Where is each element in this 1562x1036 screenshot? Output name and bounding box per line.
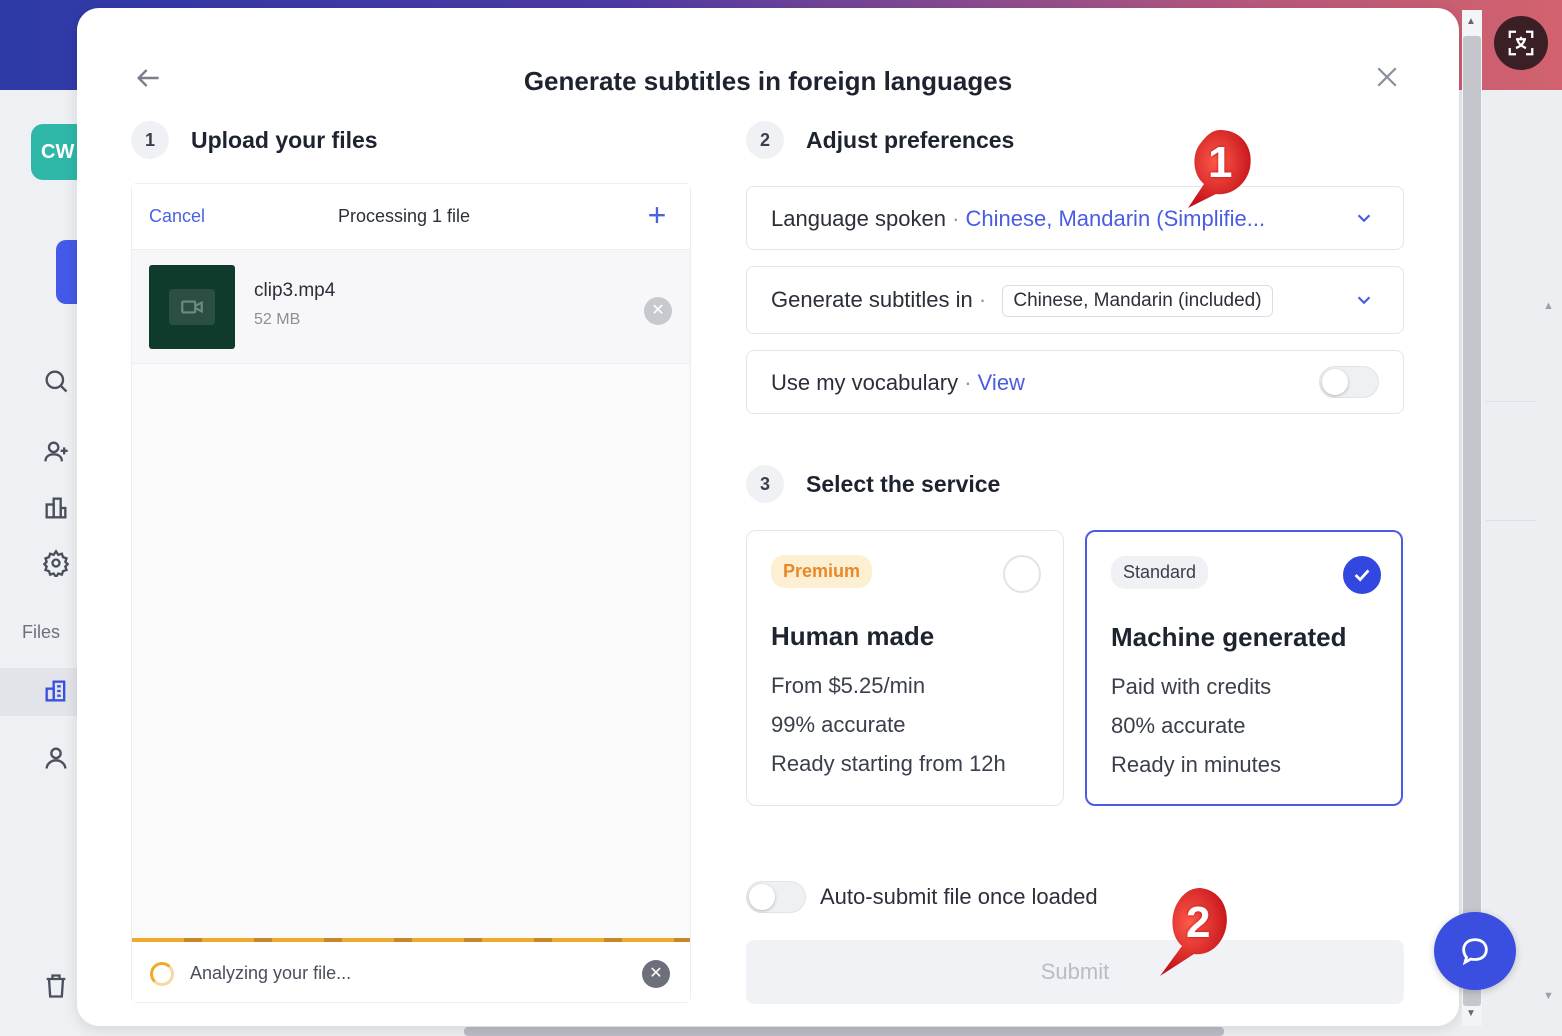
auto-submit-label: Auto-submit file once loaded [820, 884, 1098, 910]
annotation-number: 2 [1186, 898, 1210, 948]
chevron-down-icon[interactable] [1353, 289, 1375, 311]
analyzing-text: Analyzing your file... [190, 963, 351, 984]
cancel-analysis-icon[interactable]: ✕ [642, 960, 670, 988]
sidebar-files-label: Files [22, 622, 60, 643]
step-number: 1 [131, 121, 169, 159]
step-service-header: 3 Select the service [746, 465, 1000, 503]
file-size: 52 MB [254, 311, 300, 329]
service-price: From $5.25/min [771, 673, 925, 699]
app-right-panel [1486, 90, 1562, 1036]
add-file-button[interactable]: + [642, 198, 672, 234]
loading-spinner-icon [150, 962, 174, 986]
chat-support-button[interactable] [1434, 912, 1516, 990]
search-icon[interactable] [42, 367, 70, 395]
service-turnaround: Ready in minutes [1111, 752, 1281, 778]
pref-label: Generate subtitles in [771, 287, 973, 312]
close-icon[interactable] [1372, 62, 1402, 92]
service-turnaround: Ready starting from 12h [771, 751, 1006, 777]
generate-subtitles-select[interactable]: Generate subtitles in · Chinese, Mandari… [746, 266, 1404, 334]
vocabulary-toggle[interactable] [1319, 366, 1379, 398]
upload-panel: Cancel Processing 1 file + clip3.mp4 52 … [131, 183, 691, 1003]
pref-separator: · [979, 287, 986, 312]
target-language-chip[interactable]: Chinese, Mandarin (included) [1002, 285, 1272, 317]
annotation-callout-1: 1 [1180, 124, 1260, 214]
page-scroll-down-icon[interactable]: ▼ [1543, 990, 1554, 1002]
step-preferences-header: 2 Adjust preferences [746, 121, 1014, 159]
pref-separator: · [964, 370, 971, 395]
file-name: clip3.mp4 [254, 280, 335, 302]
step-label: Select the service [806, 471, 1000, 498]
pref-separator: · [952, 206, 959, 231]
modal-title: Generate subtitles in foreign languages [0, 66, 1536, 97]
annotation-number: 1 [1208, 138, 1232, 188]
service-radio-machine[interactable] [1343, 556, 1381, 594]
user-icon[interactable] [42, 744, 70, 772]
service-accuracy: 80% accurate [1111, 713, 1246, 739]
standard-badge: Standard [1111, 556, 1208, 589]
step-number: 2 [746, 121, 784, 159]
trash-icon[interactable] [42, 972, 70, 1000]
step-label: Adjust preferences [806, 127, 1014, 154]
settings-icon[interactable] [42, 549, 70, 577]
pref-label: Use my vocabulary [771, 370, 958, 395]
video-camera-icon [169, 289, 215, 325]
premium-badge: Premium [771, 555, 872, 588]
submit-button[interactable]: Submit [746, 940, 1404, 1004]
modal-scrollbar[interactable]: ▲ ▼ [1462, 10, 1482, 1026]
file-list-item: clip3.mp4 52 MB [132, 250, 690, 364]
pref-label: Language spoken [771, 206, 946, 231]
horizontal-scrollbar[interactable] [464, 1027, 1224, 1036]
building-icon[interactable] [42, 494, 70, 522]
service-card-human[interactable]: Premium Human made From $5.25/min 99% ac… [746, 530, 1064, 806]
video-thumbnail [149, 265, 235, 349]
service-title: Human made [771, 621, 934, 652]
processing-status: Processing 1 file [338, 206, 470, 227]
service-price: Paid with credits [1111, 674, 1271, 700]
add-user-icon[interactable] [42, 438, 70, 466]
vocabulary-row: Use my vocabulary · View [746, 350, 1404, 414]
screen-translate-button[interactable] [1494, 16, 1548, 70]
upload-header: Cancel Processing 1 file + [132, 184, 690, 250]
chevron-down-icon[interactable] [1353, 207, 1375, 229]
analyzing-status-row: Analyzing your file... ✕ [132, 942, 690, 1002]
service-radio-human[interactable] [1003, 555, 1041, 593]
files-icon[interactable] [42, 677, 70, 705]
step-label: Upload your files [191, 127, 378, 154]
annotation-callout-2: 2 [1156, 884, 1236, 978]
cancel-upload-link[interactable]: Cancel [149, 206, 205, 227]
service-title: Machine generated [1111, 622, 1347, 653]
auto-submit-toggle[interactable] [746, 881, 806, 913]
remove-file-icon[interactable]: ✕ [644, 297, 672, 325]
step-upload-header: 1 Upload your files [131, 121, 378, 159]
language-spoken-select[interactable]: Language spoken · Chinese, Mandarin (Sim… [746, 186, 1404, 250]
step-number: 3 [746, 465, 784, 503]
service-card-machine[interactable]: Standard Machine generated Paid with cre… [1085, 530, 1403, 806]
view-vocabulary-link[interactable]: View [978, 370, 1025, 395]
service-accuracy: 99% accurate [771, 712, 906, 738]
page-scroll-up-icon[interactable]: ▲ [1543, 300, 1554, 312]
